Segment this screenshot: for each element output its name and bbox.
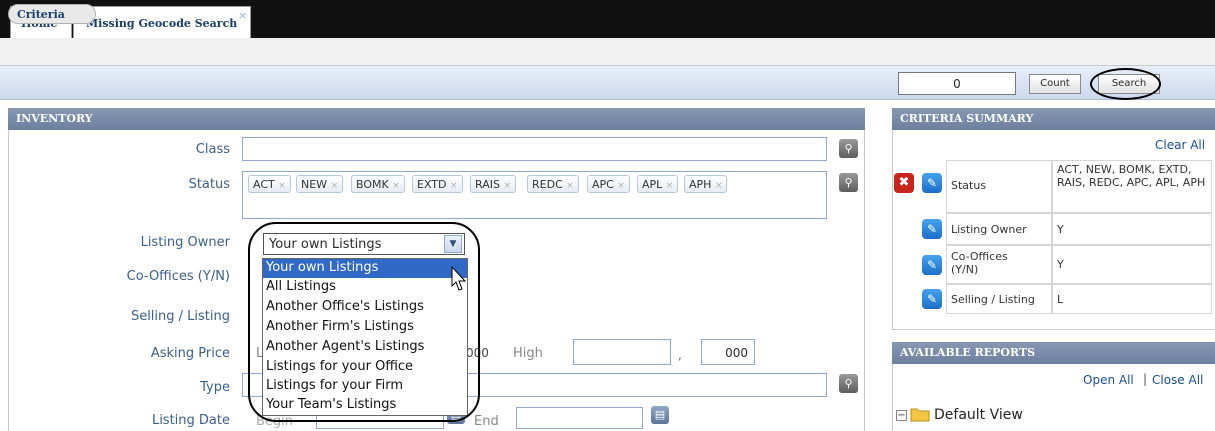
edit-icon[interactable]: ✎ bbox=[922, 289, 942, 309]
chip-remove-icon: × bbox=[392, 181, 400, 191]
edit-icon[interactable]: ✎ bbox=[922, 219, 942, 239]
chip-remove-icon: × bbox=[278, 181, 286, 191]
criteria-summary-header: CRITERIA SUMMARY bbox=[892, 108, 1215, 130]
calendar-icon[interactable]: ▤ bbox=[651, 406, 669, 424]
summary-value-listing-owner: Y bbox=[1052, 213, 1212, 245]
status-chip[interactable]: APH × bbox=[684, 175, 728, 193]
open-all-link[interactable]: Open All bbox=[1083, 373, 1134, 387]
asking-price-label: Asking Price bbox=[150, 346, 230, 361]
high-price-input[interactable] bbox=[573, 339, 671, 365]
search-highlight-circle bbox=[1090, 68, 1161, 100]
status-chip[interactable]: EXTD × bbox=[412, 175, 463, 193]
available-reports-header: AVAILABLE REPORTS bbox=[892, 342, 1215, 364]
close-tab-icon[interactable]: × bbox=[238, 9, 247, 22]
type-label: Type bbox=[200, 380, 230, 395]
summary-label-co-offices: Co-Offices (Y/N) bbox=[946, 245, 1052, 284]
tab-missing-geocode-search[interactable]: Missing Geocode Search × bbox=[73, 6, 251, 38]
chip-remove-icon: × bbox=[449, 181, 458, 191]
chip-remove-icon: × bbox=[503, 181, 511, 191]
end-label: End bbox=[474, 414, 499, 429]
count-button[interactable]: Count bbox=[1029, 74, 1081, 94]
type-lookup-icon[interactable]: ⚲ bbox=[839, 374, 858, 393]
selling-listing-label: Selling / Listing bbox=[130, 309, 230, 324]
status-chip[interactable]: ACT × bbox=[248, 175, 291, 193]
status-chip[interactable]: BOMK × bbox=[351, 175, 405, 193]
high-price-suffix[interactable]: 000 bbox=[701, 339, 755, 365]
tab-missing-geocode-label: Missing Geocode Search bbox=[86, 17, 238, 30]
end-date-input[interactable] bbox=[516, 407, 643, 429]
status-chip[interactable]: NEW × bbox=[296, 175, 344, 193]
edit-icon[interactable]: ✎ bbox=[922, 173, 942, 193]
summary-value-selling-listing: L bbox=[1052, 284, 1212, 314]
status-chip[interactable]: APL × bbox=[637, 175, 679, 193]
link-separator: | bbox=[1143, 372, 1148, 386]
chip-remove-icon: × bbox=[566, 181, 574, 191]
count-field[interactable]: 0 bbox=[898, 72, 1016, 95]
class-lookup-icon[interactable]: ⚲ bbox=[839, 139, 858, 158]
folder-icon bbox=[910, 408, 930, 422]
chip-remove-icon: × bbox=[665, 181, 674, 191]
tree-item-default-view[interactable]: Default View bbox=[934, 407, 1023, 423]
summary-label-selling-listing: Selling / Listing bbox=[946, 284, 1052, 314]
status-label: Status bbox=[188, 177, 230, 192]
dropdown-highlight-circle bbox=[248, 222, 480, 422]
summary-label-status: Status bbox=[946, 160, 1052, 213]
class-label: Class bbox=[195, 142, 230, 157]
listing-date-label: Listing Date bbox=[151, 413, 230, 428]
criteria-button[interactable]: Criteria bbox=[8, 4, 96, 24]
summary-value-co-offices: Y bbox=[1052, 245, 1212, 284]
chip-remove-icon: × bbox=[330, 181, 339, 191]
sub-toolbar bbox=[0, 38, 1215, 66]
price-comma: , bbox=[678, 348, 682, 362]
listing-owner-label: Listing Owner bbox=[140, 235, 230, 250]
close-all-link[interactable]: Close All bbox=[1152, 373, 1203, 387]
clear-all-link[interactable]: Clear All bbox=[1155, 138, 1205, 152]
status-lookup-icon[interactable]: ⚲ bbox=[839, 173, 858, 192]
summary-label-listing-owner: Listing Owner bbox=[946, 213, 1052, 245]
high-label: High bbox=[513, 346, 543, 361]
summary-value-status: ACT, NEW, BOMK, EXTD, RAIS, REDC, APC, A… bbox=[1052, 160, 1212, 213]
collapse-icon[interactable]: − bbox=[896, 410, 907, 421]
chip-remove-icon: × bbox=[617, 181, 625, 191]
inventory-header: INVENTORY bbox=[8, 108, 865, 130]
status-input[interactable]: ACT × NEW × BOMK × EXTD × RAIS × REDC × … bbox=[242, 171, 827, 219]
status-chip[interactable]: REDC × bbox=[527, 175, 579, 193]
edit-icon[interactable]: ✎ bbox=[922, 255, 942, 275]
co-offices-label: Co-Offices (Y/N) bbox=[126, 269, 230, 284]
delete-icon[interactable]: ✖ bbox=[894, 173, 914, 193]
status-chip[interactable]: RAIS × bbox=[470, 175, 516, 193]
class-input[interactable] bbox=[242, 137, 827, 161]
chip-remove-icon: × bbox=[714, 181, 723, 191]
status-chip[interactable]: APC × bbox=[587, 175, 630, 193]
